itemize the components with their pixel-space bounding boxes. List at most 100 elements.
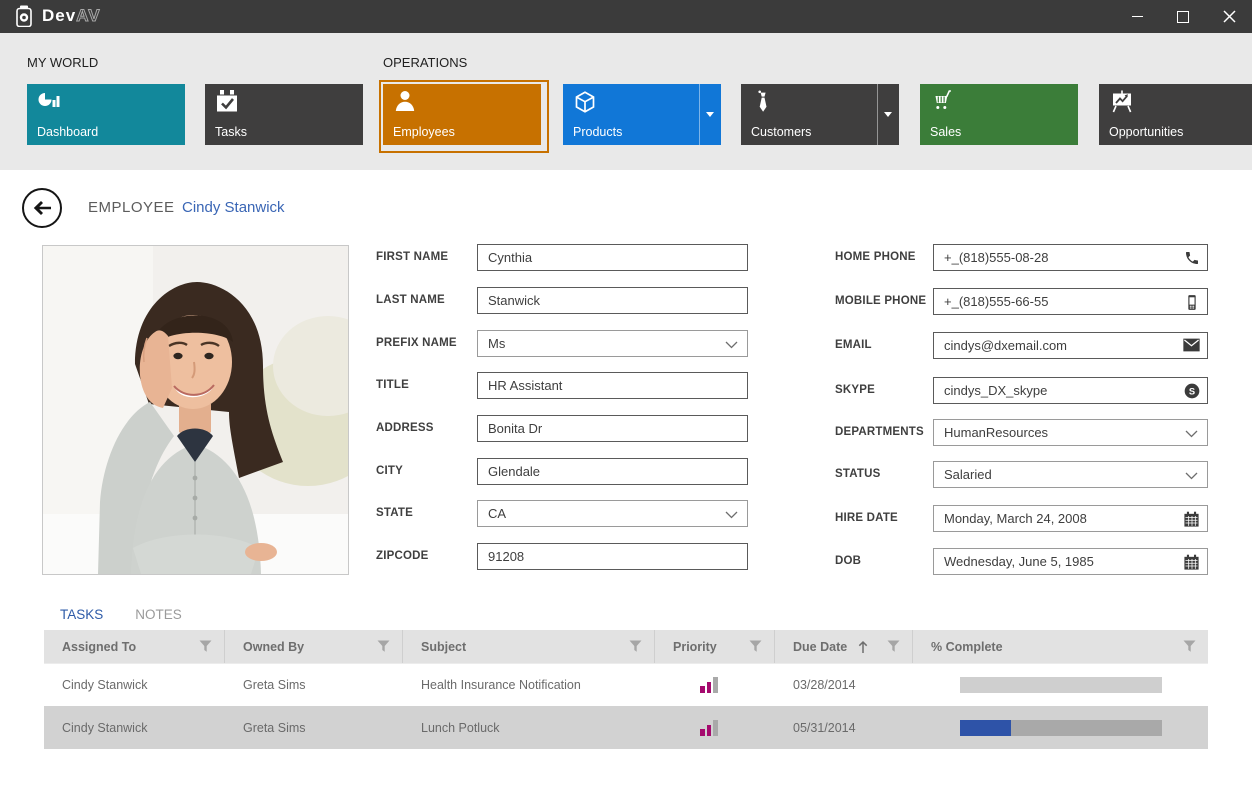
state-label: STATE <box>376 500 472 527</box>
minimize-button[interactable] <box>1114 0 1160 33</box>
mobile-phone-icon <box>1184 294 1200 311</box>
hire-date-label: HIRE DATE <box>835 505 930 532</box>
status-select[interactable]: Salaried <box>933 461 1208 488</box>
products-cube-icon <box>573 90 597 114</box>
table-row[interactable]: Cindy Stanwick Greta Sims Health Insuran… <box>44 663 1208 706</box>
sales-cart-icon <box>930 90 956 112</box>
divider <box>877 84 878 145</box>
breadcrumb-employee-name[interactable]: Cindy Stanwick <box>182 199 285 216</box>
maximize-button[interactable] <box>1160 0 1206 33</box>
detail-tabs: TASKS NOTES <box>44 599 198 629</box>
tile-dashboard[interactable]: Dashboard <box>27 84 185 145</box>
back-arrow-icon <box>30 196 54 220</box>
tile-employees[interactable]: Employees <box>383 84 541 145</box>
home-phone-label: HOME PHONE <box>835 244 930 271</box>
last-name-value: Stanwick <box>488 293 540 308</box>
filter-icon[interactable] <box>887 640 900 653</box>
dob-value: Wednesday, June 5, 1985 <box>944 554 1094 569</box>
dob-field[interactable]: Wednesday, June 5, 1985 <box>933 548 1208 575</box>
email-value: cindys@dxemail.com <box>944 338 1067 353</box>
column-label: Due Date <box>793 640 847 654</box>
first-name-field[interactable]: Cynthia <box>477 244 748 271</box>
mobile-phone-field[interactable]: +_(818)555-66-55 <box>933 288 1208 315</box>
tasks-table: Assigned To Owned By Subject Priority Du… <box>44 630 1208 749</box>
progress-bar <box>960 720 1162 736</box>
departments-select[interactable]: HumanResources <box>933 419 1208 446</box>
tile-opportunities[interactable]: Opportunities <box>1099 84 1252 145</box>
devav-logo-icon <box>14 5 34 27</box>
zipcode-value: 91208 <box>488 549 524 564</box>
cell-subject: Lunch Potluck <box>403 707 655 749</box>
hire-date-field[interactable]: Monday, March 24, 2008 <box>933 505 1208 532</box>
last-name-field[interactable]: Stanwick <box>477 287 748 314</box>
tile-label: Dashboard <box>37 125 98 139</box>
tile-products-dropdown[interactable] <box>699 84 721 145</box>
prefix-name-select[interactable]: Ms <box>477 330 748 357</box>
hire-date-value: Monday, March 24, 2008 <box>944 511 1087 526</box>
address-field[interactable]: Bonita Dr <box>477 415 748 442</box>
city-label: CITY <box>376 458 472 485</box>
column-header-owned-by[interactable]: Owned By <box>225 630 403 663</box>
home-phone-value: +_(818)555-08-28 <box>944 250 1048 265</box>
tab-tasks[interactable]: TASKS <box>44 599 119 629</box>
svg-text:S: S <box>1189 386 1195 396</box>
tile-strip: MY WORLD OPERATIONS Dashboard Tasks <box>0 33 1252 170</box>
column-header-assigned-to[interactable]: Assigned To <box>44 630 225 663</box>
app-title: DevAV <box>42 6 101 26</box>
tasks-calendar-check-icon <box>215 90 239 113</box>
cell-percent-complete <box>913 707 1208 749</box>
column-header-subject[interactable]: Subject <box>403 630 655 663</box>
mobile-phone-label: MOBILE PHONE <box>835 288 930 315</box>
cell-priority <box>655 707 775 749</box>
tile-customers-dropdown[interactable] <box>877 84 899 145</box>
tile-products[interactable]: Products <box>563 84 721 145</box>
address-value: Bonita Dr <box>488 421 542 436</box>
departments-label: DEPARTMENTS <box>835 419 930 446</box>
employee-portrait-image <box>43 246 348 574</box>
chevron-down-icon <box>706 112 714 117</box>
tile-tasks[interactable]: Tasks <box>205 84 363 145</box>
address-label: ADDRESS <box>376 415 472 442</box>
tile-sales[interactable]: Sales <box>920 84 1078 145</box>
cell-due-date: 03/28/2014 <box>775 664 913 706</box>
first-name-label: FIRST NAME <box>376 244 472 271</box>
column-header-percent-complete[interactable]: % Complete <box>913 630 1208 663</box>
tile-customers[interactable]: Customers <box>741 84 899 145</box>
filter-icon[interactable] <box>629 640 642 653</box>
table-header-row: Assigned To Owned By Subject Priority Du… <box>44 630 1208 663</box>
divider <box>699 84 700 145</box>
zipcode-field[interactable]: 91208 <box>477 543 748 570</box>
home-phone-field[interactable]: +_(818)555-08-28 <box>933 244 1208 271</box>
status-value: Salaried <box>944 467 992 482</box>
close-icon <box>1223 10 1236 23</box>
tile-label: Products <box>573 125 622 139</box>
title-field[interactable]: HR Assistant <box>477 372 748 399</box>
priority-medium-icon <box>700 677 718 693</box>
back-button[interactable] <box>22 188 62 228</box>
city-field[interactable]: Glendale <box>477 458 748 485</box>
email-field[interactable]: cindys@dxemail.com <box>933 332 1208 359</box>
city-value: Glendale <box>488 464 540 479</box>
progress-bar <box>960 677 1162 693</box>
window-controls <box>1114 0 1252 33</box>
column-header-priority[interactable]: Priority <box>655 630 775 663</box>
breadcrumb-section: EMPLOYEE <box>88 199 175 216</box>
state-select[interactable]: CA <box>477 500 748 527</box>
filter-icon[interactable] <box>199 640 212 653</box>
tab-notes[interactable]: NOTES <box>119 599 198 629</box>
cell-percent-complete <box>913 664 1208 706</box>
filter-icon[interactable] <box>1183 640 1196 653</box>
chevron-down-icon <box>725 511 738 519</box>
column-header-due-date[interactable]: Due Date <box>775 630 913 663</box>
email-label: EMAIL <box>835 332 930 359</box>
departments-value: HumanResources <box>944 425 1048 440</box>
filter-icon[interactable] <box>377 640 390 653</box>
column-label: Owned By <box>243 640 304 654</box>
close-button[interactable] <box>1206 0 1252 33</box>
filter-icon[interactable] <box>749 640 762 653</box>
title-value: HR Assistant <box>488 378 562 393</box>
chevron-down-icon <box>1185 430 1198 438</box>
tile-label: Tasks <box>215 125 247 139</box>
table-row-selected[interactable]: Cindy Stanwick Greta Sims Lunch Potluck … <box>44 706 1208 749</box>
skype-field[interactable]: cindys_DX_skype S <box>933 377 1208 404</box>
